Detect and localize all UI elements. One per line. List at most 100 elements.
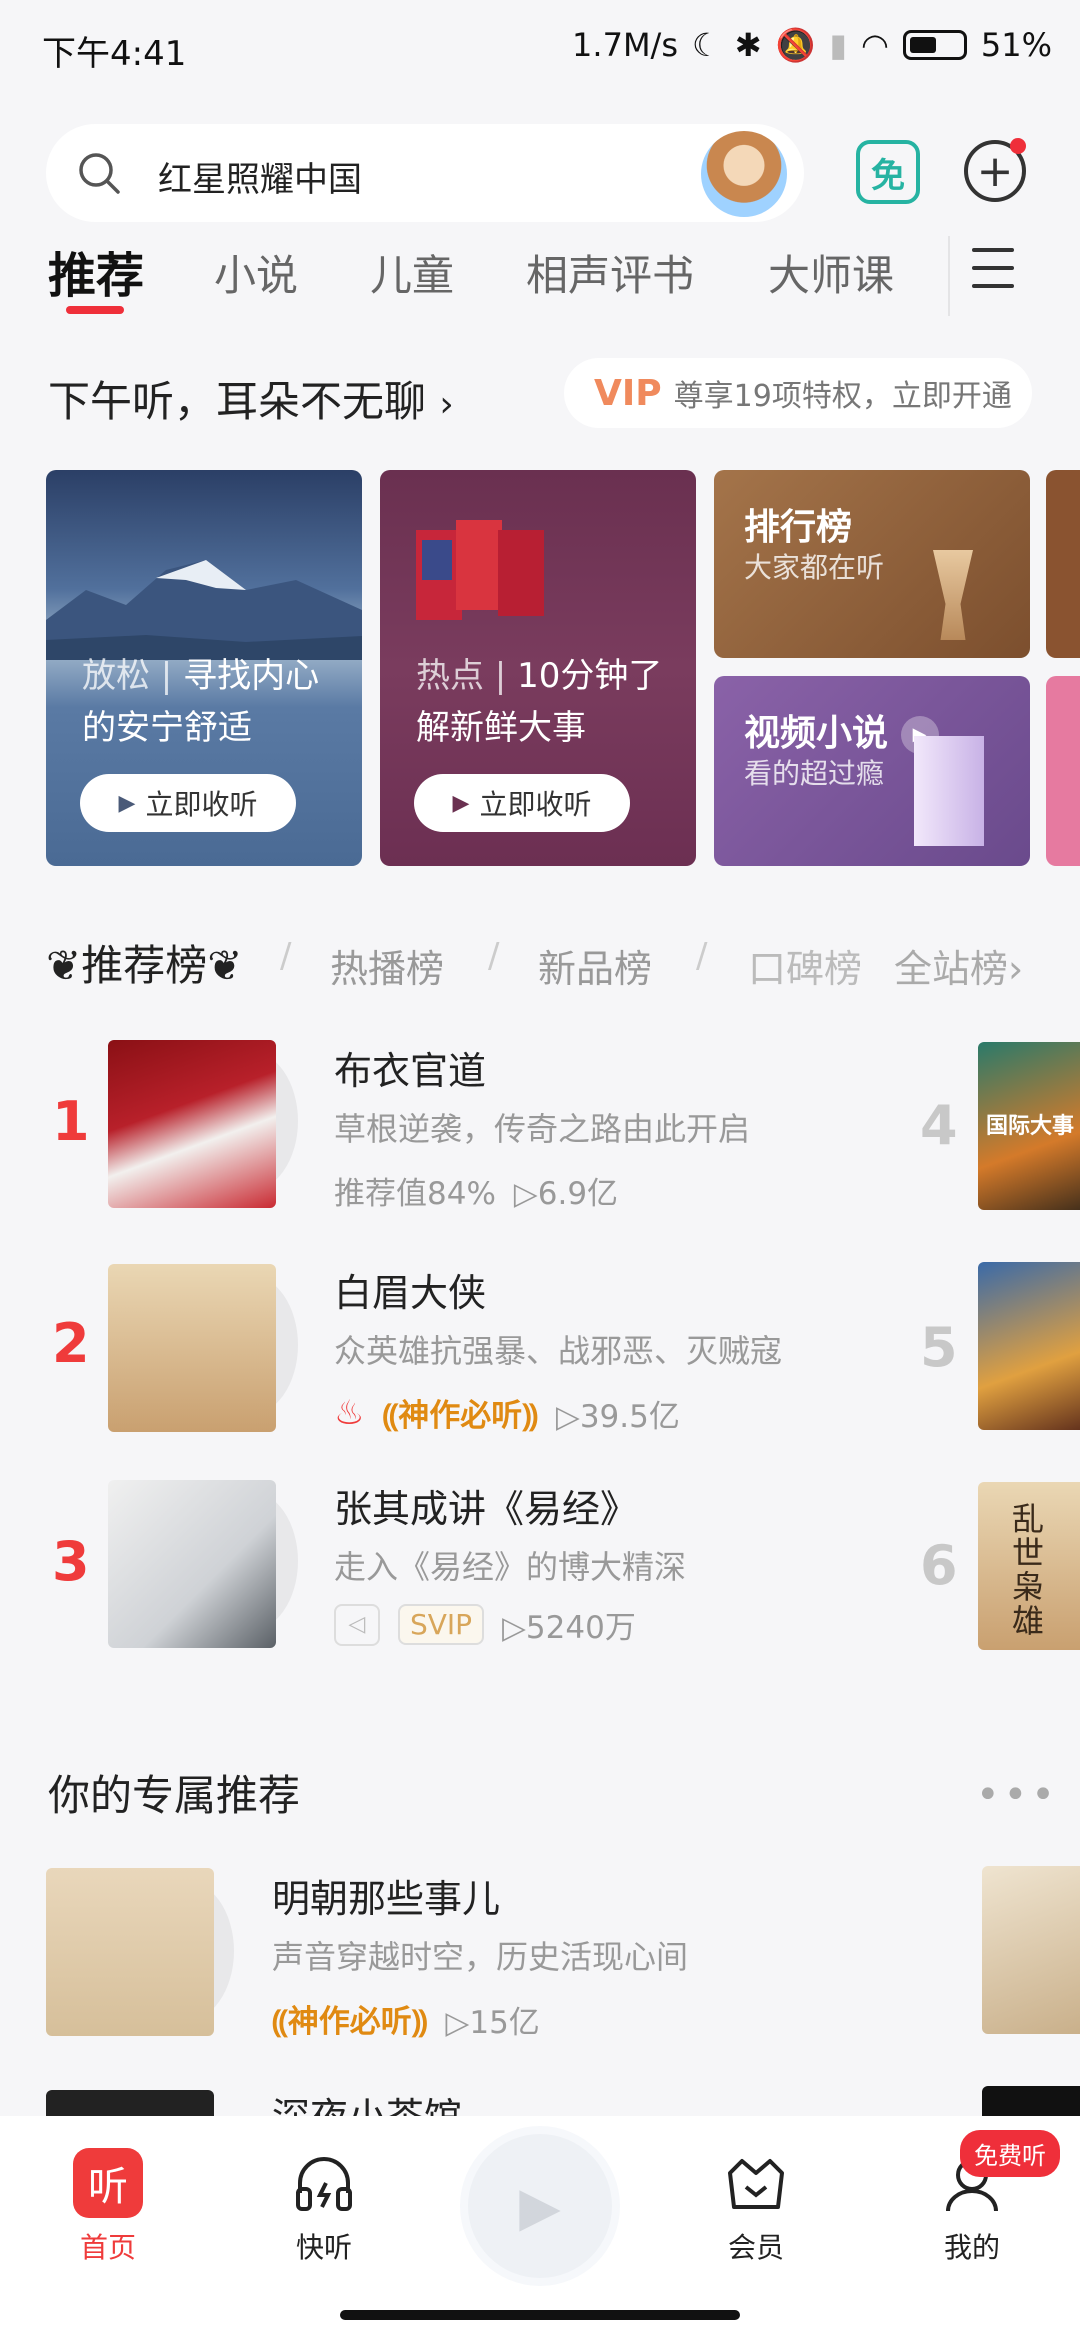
item-desc: 草根逆袭，传奇之路由此开启 [334,1110,751,1148]
ranking-card[interactable]: 排行榜 大家都在听 [714,470,1030,658]
rank-number: 1 [52,1090,90,1153]
feature-card-title: 放松 | 寻找内心的安宁舒适 [82,656,320,748]
tab-recommend[interactable]: 推荐 [48,236,144,306]
item-title[interactable]: 明朝那些事儿 [272,1868,500,1923]
item-meta: ⸨神作必听⸩ ▷15亿 [272,1996,540,2042]
moon-icon: ☾ [692,26,721,64]
tab-kids[interactable]: 儿童 [370,242,454,303]
listen-now-label: 立即收听 [479,788,592,821]
menu-icon[interactable] [972,248,1014,288]
tab-divider [948,236,950,316]
avatar[interactable] [698,128,790,220]
mute-bell-icon: 🔕 [775,26,816,64]
nav-home[interactable]: 听 首页 [48,2116,168,2266]
greeting-row[interactable]: 下午听，耳朵不无聊 › [48,368,454,429]
item-title[interactable]: 白眉大侠 [334,1262,486,1317]
feature-card-news[interactable]: 热点 | 10分钟了解新鲜大事 ▶ 立即收听 [380,470,696,866]
more-options-icon[interactable]: ••• [976,1772,1059,1818]
nav-vip[interactable]: 会员 [696,2116,816,2266]
book-cover[interactable] [108,1480,276,1648]
item-title[interactable]: 布衣官道 [334,1040,486,1095]
mountain-image [46,560,362,660]
play-count: ▷39.5亿 [555,1398,680,1435]
search-bar[interactable]: 红星照耀中国 [46,124,804,222]
laurel-left-icon: ❦ [46,941,82,990]
play-button[interactable]: ▶ [468,2134,612,2278]
rank-divider: / [488,936,500,976]
ranking-card-title: 排行榜 [744,507,853,548]
tab-novel[interactable]: 小说 [214,242,298,303]
nav-quick[interactable]: 快听 [264,2116,384,2266]
video-novel-title: 视频小说 ▶ [744,704,939,756]
rank-tab-recommend[interactable]: ❦推荐榜❦ [46,932,242,993]
book-cover[interactable] [982,1866,1080,2034]
newspaper-image [416,520,544,620]
greeting-text: 下午听，耳朵不无聊 [48,377,427,426]
tab-crosstalk[interactable]: 相声评书 [526,242,694,303]
item-desc: 众英雄抗强暴、战邪恶、灭贼寇 [334,1332,783,1370]
item-meta: 推荐值84% ▷6.9亿 [334,1168,618,1213]
home-indicator [340,2310,740,2320]
listen-now-button[interactable]: ▶ 立即收听 [414,774,630,832]
video-novel-card[interactable]: 视频小说 ▶ 看的超过瘾 [714,676,1030,866]
chevron-right-icon: › [439,384,454,425]
cover-text: 乱世枭雄 [1012,1500,1045,1640]
item-desc: 走入《易经》的博大精深 [334,1548,687,1586]
chevron-right-icon: › [1008,947,1024,991]
book-cover[interactable] [46,1868,214,2036]
rank-number: 2 [52,1312,90,1375]
search-icon [79,153,120,194]
section-title: 你的专属推荐 [48,1771,301,1820]
nav-home-label: 首页 [79,2231,136,2264]
nav-vip-label: 会员 [727,2231,784,2264]
item-score: 推荐值84% [334,1176,496,1212]
item-title[interactable]: 张其成讲《易经》 [334,1478,638,1533]
svip-badge: SVIP [398,1604,485,1645]
book-cover[interactable]: 乱世枭雄 [978,1482,1080,1650]
nav-quick-label: 快听 [295,2231,352,2264]
play-count: ▷5240万 [502,1610,636,1646]
book-stack-icon [914,736,984,846]
rank-tab-all[interactable]: 全站榜› [894,938,1023,993]
fire-icon: ♨ [334,1393,365,1433]
rank-tab-hot[interactable]: 热播榜 [330,938,444,993]
listen-now-button[interactable]: ▶ 立即收听 [80,774,296,832]
play-triangle-icon: ▶ [452,790,470,816]
cover-text: 国际大事 [986,1114,1075,1139]
rank-tab-new[interactable]: 新品榜 [538,938,652,993]
item-desc: 声音穿越时空，历史活现心间 [272,1938,689,1976]
card-peek-1[interactable] [1046,470,1080,658]
book-cover[interactable] [978,1262,1080,1430]
tab-active-indicator [66,306,124,314]
rank-number: 4 [920,1094,958,1157]
home-listen-icon: 听 [73,2148,143,2218]
book-cover[interactable] [108,1264,276,1432]
rank-number: 5 [920,1316,958,1379]
notification-dot [1010,138,1026,154]
tab-master-class[interactable]: 大师课 [768,242,894,303]
vip-label: VIP [594,372,662,414]
play-count: ▷6.9亿 [513,1176,619,1212]
battery-icon [902,30,967,60]
hot-badge: ⸨神作必听⸩ [382,1398,538,1434]
vip-banner[interactable]: VIP 尊享19项特权，立即开通 [564,358,1032,428]
wifi-icon: ◠ [860,26,889,64]
rank-number: 6 [920,1534,958,1597]
book-cover[interactable]: 国际大事 [978,1042,1080,1210]
feature-card-relax[interactable]: 放松 | 寻找内心的安宁舒适 ▶ 立即收听 [46,470,362,866]
play-icon: ▶ [519,2174,561,2238]
headphones-icon [289,2148,359,2218]
rank-number: 3 [52,1530,90,1593]
item-meta: ♨ ⸨神作必听⸩ ▷39.5亿 [334,1390,680,1436]
bluetooth-icon: ✱ [734,26,762,64]
listen-now-label: 立即收听 [145,788,258,821]
nav-me-label: 我的 [943,2231,1000,2264]
free-listen-badge: 免费听 [960,2130,1060,2177]
book-cover[interactable] [108,1040,276,1208]
card-peek-2[interactable] [1046,676,1080,866]
ranking-card-subtitle: 大家都在听 [744,551,885,584]
battery-level: 51% [980,26,1052,64]
free-listen-icon[interactable]: 免 [856,140,920,204]
trophy-icon [933,550,973,640]
rank-tab-reputation[interactable]: 口碑榜 [748,938,862,993]
